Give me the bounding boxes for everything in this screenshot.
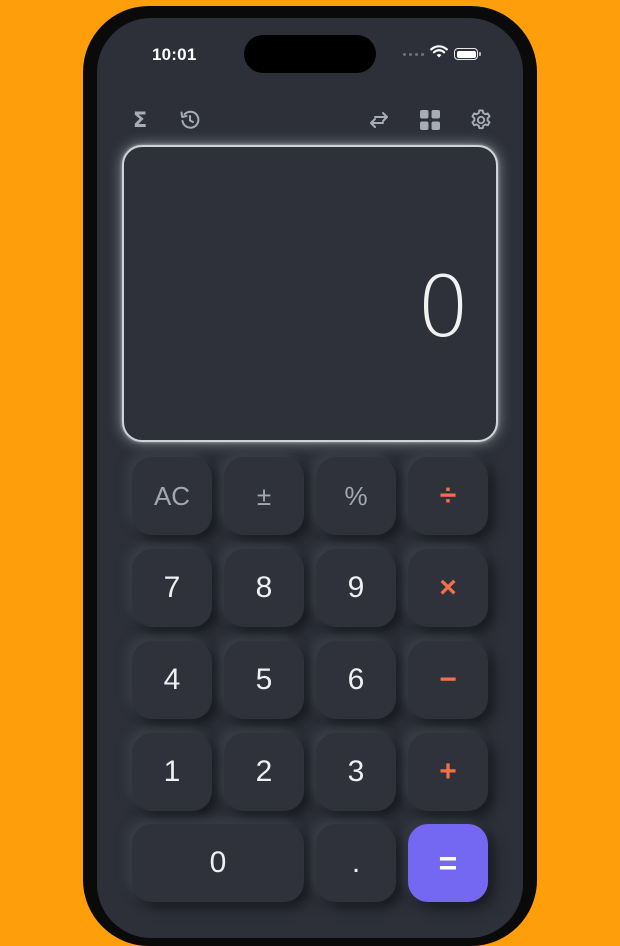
wifi-icon <box>430 44 448 64</box>
digit-5-button[interactable]: 5 <box>224 641 304 719</box>
digit-4-button[interactable]: 4 <box>132 641 212 719</box>
sigma-glyph: Σ <box>132 107 148 132</box>
digit-9-button[interactable]: 9 <box>316 549 396 627</box>
add-button[interactable]: + <box>408 733 488 811</box>
dynamic-island <box>244 35 376 73</box>
multiply-button[interactable]: × <box>408 549 488 627</box>
status-time: 10:01 <box>152 45 197 64</box>
digit-3-button[interactable]: 3 <box>316 733 396 811</box>
sigma-icon[interactable]: Σ <box>127 107 153 133</box>
settings-icon[interactable] <box>468 107 494 133</box>
grid-icon[interactable] <box>417 107 443 133</box>
battery-icon <box>454 48 481 60</box>
percent-button[interactable]: % <box>316 457 396 535</box>
divide-button[interactable]: ÷ <box>408 457 488 535</box>
subtract-button[interactable]: − <box>408 641 488 719</box>
app-screen: 10:01 Σ 0 AC ± % ÷ 7 8 9 × 4 5 6 − 1 2 3… <box>97 18 523 938</box>
digit-1-button[interactable]: 1 <box>132 733 212 811</box>
equals-button[interactable]: = <box>408 824 488 902</box>
result-display: 0 <box>122 145 498 442</box>
digit-0-button[interactable]: 0 <box>132 824 304 902</box>
cellular-signal-icon <box>403 52 424 56</box>
swap-icon[interactable] <box>366 107 392 133</box>
history-icon[interactable] <box>177 107 203 133</box>
status-icons <box>403 44 481 64</box>
plus-minus-button[interactable]: ± <box>224 457 304 535</box>
ac-button[interactable]: AC <box>132 457 212 535</box>
digit-8-button[interactable]: 8 <box>224 549 304 627</box>
digit-2-button[interactable]: 2 <box>224 733 304 811</box>
display-value: 0 <box>416 258 470 356</box>
digit-6-button[interactable]: 6 <box>316 641 396 719</box>
digit-7-button[interactable]: 7 <box>132 549 212 627</box>
decimal-button[interactable]: . <box>316 824 396 902</box>
